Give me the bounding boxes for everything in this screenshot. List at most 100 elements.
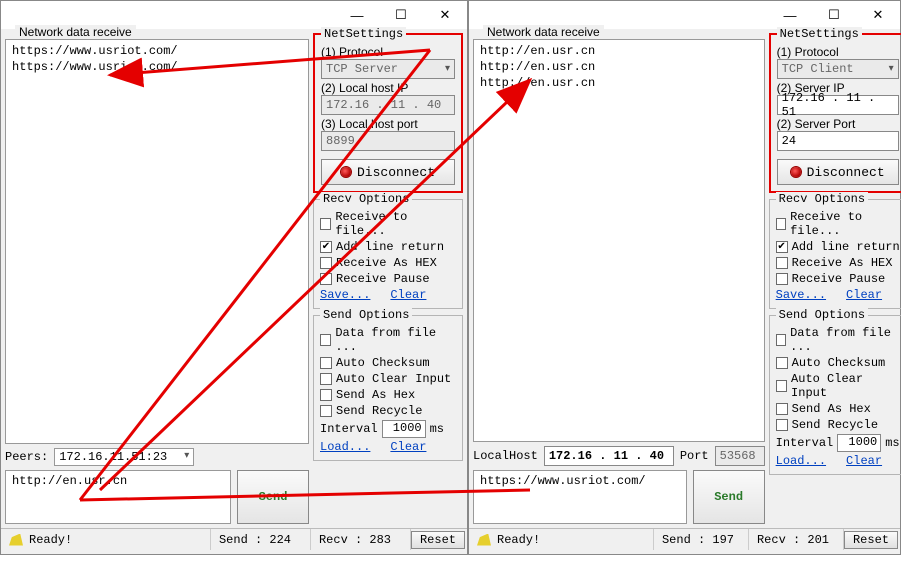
checkbox[interactable]: [776, 218, 786, 230]
close-button[interactable]: ✕: [423, 1, 467, 29]
port-label: (3) Local host port: [321, 117, 455, 131]
group-title: Send Options: [320, 308, 412, 322]
clear-link[interactable]: Clear: [390, 288, 426, 302]
checkbox-label: Send As Hex: [792, 402, 871, 416]
checkbox[interactable]: [320, 334, 331, 346]
port-label: (2) Server Port: [777, 117, 899, 131]
record-icon: [341, 167, 351, 177]
ready-icon: [477, 534, 491, 546]
send-button[interactable]: Send: [237, 470, 309, 524]
port-label: Port: [680, 449, 709, 463]
local-port-input[interactable]: 53568: [715, 446, 765, 466]
receive-line: https://www.usriot.com/: [12, 59, 302, 75]
receive-line: http://en.usr.cn: [480, 75, 758, 91]
maximize-button[interactable]: ☐: [379, 1, 423, 29]
checkbox[interactable]: ✔: [776, 241, 788, 253]
receive-textarea[interactable]: https://www.usriot.com/ https://www.usri…: [5, 39, 309, 444]
group-title: NetSettings: [777, 27, 862, 41]
interval-unit: ms: [430, 422, 444, 436]
load-link[interactable]: Load...: [776, 454, 826, 468]
group-title: NetSettings: [321, 27, 406, 41]
checkbox[interactable]: [320, 405, 332, 417]
receive-label: Network data receive: [483, 25, 604, 39]
recv-options-group: Recv Options Receive to file... ✔Add lin…: [769, 199, 901, 309]
group-title: Recv Options: [320, 192, 412, 206]
checkbox-label: Receive to file...: [335, 210, 456, 238]
protocol-select[interactable]: TCP Server▾: [321, 59, 455, 79]
recv-count: Recv : 201: [749, 529, 844, 550]
checkbox[interactable]: [320, 373, 332, 385]
peers-select[interactable]: 172.16.11.51:23▾: [54, 448, 194, 466]
ip-input[interactable]: 172.16 . 11 . 40: [321, 95, 455, 115]
ready-label: Ready!: [29, 533, 72, 547]
disconnect-button[interactable]: Disconnect: [777, 159, 899, 185]
checkbox-label: Add line return: [792, 240, 900, 254]
ready-label: Ready!: [497, 533, 540, 547]
interval-input[interactable]: 1000: [382, 420, 426, 438]
checkbox-label: Receive As HEX: [792, 256, 893, 270]
protocol-label: (1) Protocol: [321, 45, 455, 59]
server-port-input[interactable]: 24: [777, 131, 899, 151]
maximize-button[interactable]: ☐: [812, 1, 856, 29]
checkbox[interactable]: [320, 273, 332, 285]
checkbox[interactable]: [776, 419, 788, 431]
checkbox[interactable]: [776, 380, 787, 392]
port-input[interactable]: 8899: [321, 131, 455, 151]
checkbox[interactable]: [776, 334, 786, 346]
checkbox-label: Auto Checksum: [336, 356, 430, 370]
checkbox-label: Send Recycle: [792, 418, 878, 432]
localhost-input[interactable]: 172.16 . 11 . 40: [544, 446, 674, 466]
receive-line: http://en.usr.cn: [480, 43, 758, 59]
reset-button[interactable]: Reset: [411, 531, 465, 549]
send-input[interactable]: https://www.usriot.com/: [473, 470, 687, 524]
checkbox-label: Send As Hex: [336, 388, 415, 402]
chevron-down-icon: ▾: [184, 450, 189, 464]
minimize-button[interactable]: —: [335, 1, 379, 29]
ip-label: (2) Local host IP: [321, 81, 455, 95]
checkbox[interactable]: ✔: [320, 241, 332, 253]
receive-textarea[interactable]: http://en.usr.cn http://en.usr.cn http:/…: [473, 39, 765, 442]
localhost-label: LocalHost: [473, 449, 538, 463]
protocol-select[interactable]: TCP Client▾: [777, 59, 899, 79]
reset-button[interactable]: Reset: [844, 531, 898, 549]
save-link[interactable]: Save...: [320, 288, 370, 302]
close-button[interactable]: ✕: [856, 1, 900, 29]
clear-link[interactable]: Clear: [846, 288, 882, 302]
interval-unit: ms: [885, 436, 899, 450]
checkbox-label: Data from file ...: [335, 326, 456, 354]
checkbox-label: Receive As HEX: [336, 256, 437, 270]
checkbox-label: Send Recycle: [336, 404, 422, 418]
clear-link[interactable]: Clear: [846, 454, 882, 468]
load-link[interactable]: Load...: [320, 440, 370, 454]
checkbox[interactable]: [776, 273, 788, 285]
peers-label: Peers:: [5, 450, 48, 464]
checkbox-label: Receive Pause: [336, 272, 430, 286]
checkbox[interactable]: [776, 257, 788, 269]
checkbox-label: Receive Pause: [792, 272, 886, 286]
chevron-down-icon: ▾: [889, 63, 894, 75]
save-link[interactable]: Save...: [776, 288, 826, 302]
send-count: Send : 197: [654, 529, 749, 550]
checkbox[interactable]: [320, 257, 332, 269]
send-input[interactable]: http://en.usr.cn: [5, 470, 231, 524]
checkbox[interactable]: [320, 218, 331, 230]
checkbox[interactable]: [320, 389, 332, 401]
send-options-group: Send Options Data from file ... Auto Che…: [313, 315, 463, 461]
server-ip-input[interactable]: 172.16 . 11 . 51: [777, 95, 899, 115]
disconnect-button[interactable]: Disconnect: [321, 159, 455, 185]
receive-label: Network data receive: [15, 25, 136, 39]
chevron-down-icon: ▾: [445, 63, 450, 75]
interval-input[interactable]: 1000: [837, 434, 881, 452]
recv-options-group: Recv Options Receive to file... ✔Add lin…: [313, 199, 463, 309]
receive-line: http://en.usr.cn: [480, 59, 758, 75]
checkbox[interactable]: [776, 403, 788, 415]
checkbox[interactable]: [776, 357, 788, 369]
checkbox-label: Auto Clear Input: [336, 372, 451, 386]
send-button[interactable]: Send: [693, 470, 765, 524]
interval-label: Interval: [320, 422, 378, 436]
minimize-button[interactable]: —: [768, 1, 812, 29]
clear-link[interactable]: Clear: [390, 440, 426, 454]
checkbox[interactable]: [320, 357, 332, 369]
send-count: Send : 224: [211, 529, 311, 550]
receive-line: https://www.usriot.com/: [12, 43, 302, 59]
